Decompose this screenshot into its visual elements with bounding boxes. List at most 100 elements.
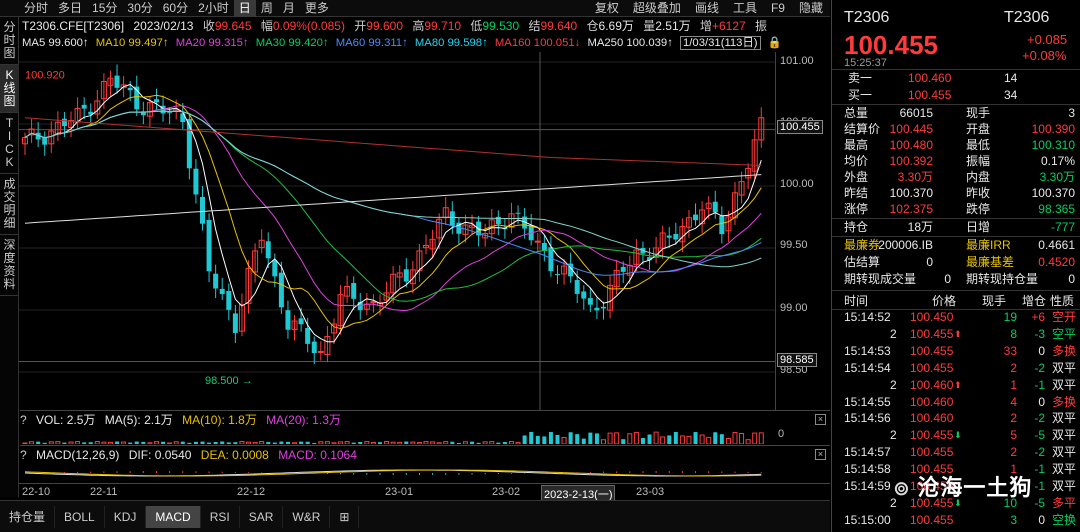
- candle-body: [574, 280, 580, 294]
- stat-value: 100.480: [889, 138, 933, 152]
- volume-bar: [627, 433, 633, 444]
- toolbar-button-0[interactable]: 复权: [588, 0, 626, 17]
- volume-bar: [410, 441, 416, 444]
- volume-bar: [167, 442, 173, 444]
- efp-hold-value: 0: [1068, 272, 1075, 286]
- indicator-tab-3[interactable]: MACD: [146, 505, 201, 528]
- volume-bar: [679, 435, 685, 444]
- volume-bar: [450, 441, 455, 444]
- candlestick-chart[interactable]: 100.920 98.500 →: [19, 52, 831, 410]
- close-icon[interactable]: ×: [815, 449, 826, 460]
- indicator-tab-1[interactable]: BOLL: [55, 505, 105, 528]
- period-tab-9[interactable]: 更多: [300, 0, 334, 17]
- period-tab-3[interactable]: 30分: [122, 0, 157, 17]
- volume-bar: [272, 442, 277, 444]
- volume-bar: [443, 441, 449, 444]
- est-label: 估结算: [844, 255, 881, 269]
- help-icon[interactable]: ?: [20, 413, 27, 427]
- indicator-tab-7[interactable]: ⊞: [330, 505, 360, 528]
- tick-price: 100.460: [910, 394, 954, 409]
- candle-body: [213, 273, 219, 289]
- period-tab-4[interactable]: 60分: [158, 0, 193, 17]
- indicator-tab-5[interactable]: SAR: [240, 505, 284, 528]
- side-tab-1[interactable]: K线图: [0, 65, 19, 113]
- ma20-value: MA20 99.315↑: [175, 37, 249, 49]
- volume-bar: [173, 441, 179, 444]
- volume-bar: [68, 441, 74, 444]
- toolbar-button-5[interactable]: 隐藏: [792, 0, 830, 17]
- volume-bar: [299, 441, 304, 444]
- period-tab-0[interactable]: 分时: [19, 0, 53, 17]
- volume-bar: [193, 441, 198, 444]
- period-tab-8[interactable]: 月: [278, 0, 300, 17]
- side-tab-3[interactable]: 成交明细: [0, 174, 19, 235]
- period-toolbar: 分时 多日 15分 30分 60分 2小时日周月更多 复权 超级叠加 画线 工具 F9 隐藏: [0, 0, 830, 17]
- tick-nature: 多换: [1052, 343, 1077, 358]
- volume-bar: [246, 441, 252, 444]
- indicator-tab-2[interactable]: KDJ: [105, 505, 147, 528]
- tick-row: 15:14:57 100.455 2 -2 双平: [832, 445, 1080, 460]
- tick-oi-change: -2: [1034, 411, 1045, 426]
- toolbar-button-4[interactable]: F9: [764, 0, 792, 17]
- volume-bar: [22, 442, 28, 444]
- volume-bar: [732, 432, 738, 444]
- stat-row: 总量 66015 现手 3: [832, 106, 1080, 121]
- est-row: 估结算 0 最廉基差 0.4520: [832, 255, 1080, 270]
- side-tab-2[interactable]: TICK: [0, 113, 19, 174]
- tick-volume: 2: [1010, 445, 1017, 460]
- volume-bar: [161, 441, 166, 444]
- help-icon[interactable]: ?: [20, 448, 27, 462]
- close-icon[interactable]: ×: [815, 414, 826, 425]
- volume-bar: [693, 432, 698, 444]
- contract-code: T2306.CFE[T2306]: [22, 19, 125, 33]
- lock-icon[interactable]: 🔒: [768, 37, 782, 49]
- period-tab-2[interactable]: 15分: [87, 0, 122, 17]
- candle-body: [403, 269, 409, 282]
- indicator-tab-6[interactable]: W&R: [283, 505, 331, 528]
- volume-bar: [377, 442, 382, 444]
- tick-time: 2: [890, 326, 897, 341]
- period-tab-1[interactable]: 多日: [53, 0, 87, 17]
- ma60-line: [24, 110, 762, 276]
- candle-body: [206, 219, 212, 272]
- volume-bar: [496, 442, 501, 444]
- candle-body: [153, 99, 159, 103]
- side-tab-4[interactable]: 深度资料: [0, 235, 19, 296]
- toolbar-button-2[interactable]: 画线: [688, 0, 726, 17]
- tick-time: 2: [890, 377, 897, 392]
- candle-body: [581, 291, 587, 299]
- stat-label: 振幅: [966, 154, 991, 168]
- tick-header-2: 现手: [982, 294, 1007, 308]
- indicator-tab-4[interactable]: RSI: [201, 505, 240, 528]
- volume-bar: [351, 442, 356, 444]
- ma60-value: MA60 99.311↑: [335, 37, 408, 49]
- side-tab-0[interactable]: 分时图: [0, 17, 19, 65]
- tick-oi-change: -2: [1034, 360, 1045, 375]
- period-tab-6[interactable]: 日: [233, 0, 256, 17]
- period-tab-5[interactable]: 2小时: [193, 0, 234, 17]
- contract-header: T2306 T2306: [832, 8, 1080, 28]
- date-range-box[interactable]: 1/03/31(113日): [680, 36, 761, 50]
- period-tab-7[interactable]: 周: [256, 0, 278, 17]
- change-value: 0.09%(0.085): [272, 19, 345, 33]
- tick-volume: 3: [1010, 512, 1017, 527]
- tick-time: 15:14:57: [844, 445, 891, 460]
- volume-bar: [568, 432, 573, 444]
- tick-time: 15:14:54: [844, 360, 891, 375]
- volume-bar: [292, 442, 298, 444]
- axis-label-100: 100.00: [780, 178, 814, 190]
- tick-header-1: 价格: [932, 294, 957, 308]
- vol-value: VOL: 2.5万: [36, 413, 96, 427]
- indicator-tab-0[interactable]: 持仓量: [0, 505, 56, 528]
- toolbar-button-3[interactable]: 工具: [726, 0, 764, 17]
- ma5-value: MA5 99.600↑: [22, 37, 89, 49]
- tick-row: 2 100.455 ⬆ 8 -3 空平: [832, 327, 1080, 342]
- tick-time: 15:14:52: [844, 310, 891, 324]
- toolbar-button-1[interactable]: 超级叠加: [626, 0, 688, 17]
- price-change: +0.085: [1027, 32, 1068, 47]
- candle-body: [554, 274, 560, 276]
- volume-bar: [233, 442, 238, 444]
- oi-label: 仓: [586, 19, 599, 33]
- settle-label: 结: [528, 19, 541, 33]
- volume-bar: [36, 441, 41, 444]
